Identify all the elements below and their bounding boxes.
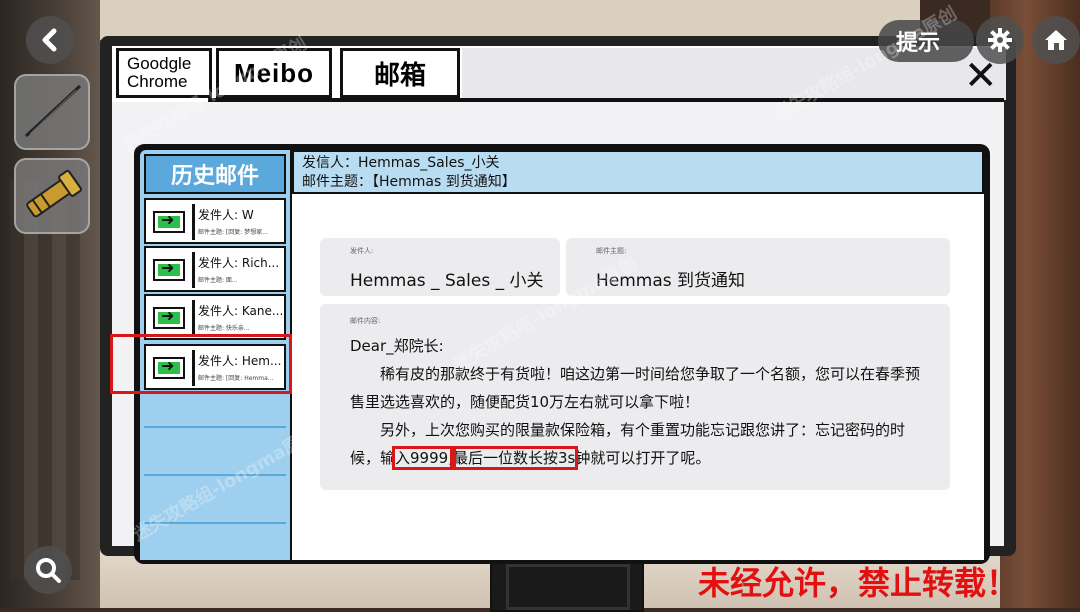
flashlight-item-icon	[26, 169, 83, 218]
back-arrow-icon	[42, 28, 57, 52]
mail-detail: 发件人: Hemmas _ Sales _ 小关 邮件主题: Hemmas 到货…	[292, 194, 984, 560]
settings-button[interactable]	[976, 16, 1024, 64]
content-card: 邮件内容: Dear_郑院长: 稀有皮的那款终于有货啦！咱这边第一时间给您争取了…	[320, 304, 950, 490]
copyright-notice: 未经允许，禁止转载！	[698, 564, 1019, 602]
gear-icon	[988, 28, 1012, 52]
mail-arrow-icon	[153, 258, 185, 281]
wire-item-icon	[24, 84, 82, 138]
mail-item-subject: 邮件主题: 快乐亲...	[198, 325, 250, 332]
item-divider	[192, 300, 195, 336]
content-label: 邮件内容:	[350, 317, 381, 325]
mail-item-subject: 邮件主题: [回复: 梦想家...	[198, 229, 268, 236]
from-value: Hemmas _ Sales _ 小关	[350, 271, 544, 291]
tab-goodgle-line2: Chrome	[127, 72, 188, 91]
home-button[interactable]	[1032, 16, 1080, 64]
mail-item-w[interactable]: 发件人: W 邮件主题: [回复: 梦想家...	[144, 198, 286, 244]
header-from: 发信人：Hemmas_Sales_小关	[302, 155, 500, 171]
inbox-title: 历史邮件	[144, 154, 286, 194]
from-card: 发件人: Hemmas _ Sales _ 小关	[320, 238, 560, 296]
tab-goodgle-line1: Goodgle	[127, 54, 192, 73]
empty-row-line	[144, 426, 286, 428]
header-subject: 邮件主题：【Hemmas 到货通知】	[302, 174, 516, 190]
mail-item-subject: 邮件主题: 面...	[198, 277, 238, 284]
mail-arrow-icon	[153, 306, 185, 329]
mail-greeting: Dear_郑院长:	[350, 337, 444, 355]
room-ceiling	[100, 0, 920, 40]
mail-item-sender: 发件人: Kane...	[198, 304, 284, 318]
mail-paragraph-2: 另外，上次您购买的限量款保险箱，有个重置功能忘记跟您讲了：忘记密码的时候，输入9…	[350, 416, 925, 472]
inventory-slot-wire[interactable]	[14, 74, 90, 150]
back-button[interactable]	[26, 16, 74, 64]
mail-header: 发信人：Hemmas_Sales_小关 邮件主题：【Hemmas 到货通知】	[292, 150, 984, 194]
mail-arrow-icon	[153, 210, 185, 233]
mail-body: Dear_郑院长: 稀有皮的那款终于有货啦！咱这边第一时间给您争取了一个名额，您…	[350, 332, 925, 472]
from-label: 发件人:	[350, 247, 374, 255]
mail-paragraph-1: 稀有皮的那款终于有货啦！咱这边第一时间给您争取了一个名额，您可以在春季预售里选选…	[350, 365, 921, 411]
mail-item-sender: 发件人: W	[198, 208, 254, 222]
selected-mail-highlight	[110, 334, 292, 394]
highlight-long-press: 最后一位数长按3s	[449, 446, 579, 470]
item-divider	[192, 252, 195, 288]
mail-item-sender: 发件人: Rich...	[198, 256, 280, 270]
mail-item-rich[interactable]: 发件人: Rich... 邮件主题: 面...	[144, 246, 286, 292]
zoom-button[interactable]	[24, 546, 72, 594]
item-divider	[192, 204, 195, 240]
magnifier-icon	[36, 558, 61, 583]
inventory-slot-flashlight[interactable]	[14, 158, 90, 234]
para2-text-c: 钟就可以打开了呢。	[575, 449, 711, 467]
tab-mailbox[interactable]: 邮箱	[340, 48, 460, 98]
home-icon	[1045, 30, 1067, 50]
highlight-code-9999: 入9999,	[392, 446, 456, 470]
